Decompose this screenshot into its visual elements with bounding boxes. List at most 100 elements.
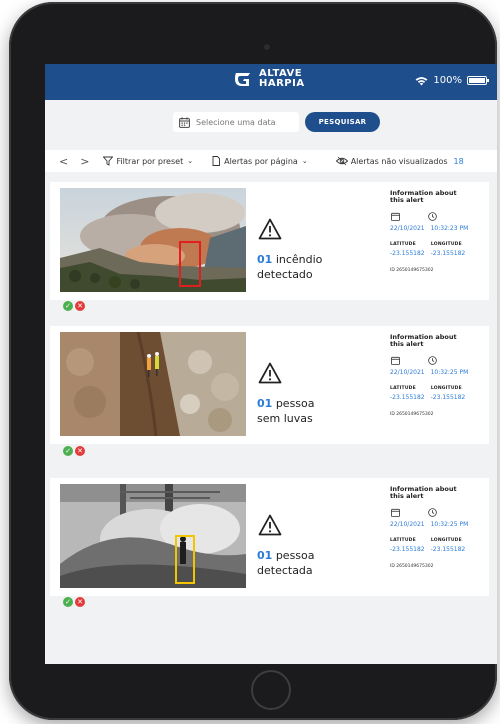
date-input[interactable] [196, 117, 286, 127]
unseen-alerts-label: Alertas não visualizados [350, 156, 448, 166]
reject-button[interactable]: ✕ [75, 301, 85, 311]
alert-info: Information about this alert 22/10/2021 … [390, 485, 485, 570]
alerts-per-page-dropdown[interactable]: Alertas por página ⌄ [211, 156, 308, 166]
next-page-button[interactable]: > [80, 155, 89, 168]
alert-card[interactable]: 01 pessoa detectada Information about th… [50, 478, 489, 596]
app-header: ALTAVE HARPIA 100% [45, 64, 497, 100]
eye-icon [335, 156, 348, 166]
reject-button[interactable]: ✕ [75, 446, 85, 456]
quarry-scene-image [60, 332, 246, 436]
clock-icon [428, 356, 437, 365]
calendar-icon [391, 356, 400, 365]
unseen-alerts-count: 18 [453, 156, 464, 166]
detection-status: sem luvas [257, 412, 313, 425]
longitude-label: LONGITUDE [430, 242, 462, 247]
warning-triangle-icon [258, 362, 282, 384]
longitude-value: -23.155182 [430, 250, 466, 257]
battery-icon [467, 76, 489, 85]
alert-time: 10:32:25 PM [430, 521, 469, 528]
alert-id: ID 2650149675302 [390, 564, 434, 569]
app-logo[interactable]: ALTAVE HARPIA [233, 69, 305, 89]
alert-image-person[interactable] [60, 484, 246, 588]
logo-text: ALTAVE HARPIA [259, 69, 305, 89]
prev-page-button[interactable]: < [59, 155, 68, 168]
tablet-device: ALTAVE HARPIA 100% Selecione uma data PE… [9, 2, 497, 720]
filter-toolbar: < > Filtrar por preset ⌄ Alertas por pág… [45, 150, 497, 172]
chevron-down-icon: ⌄ [301, 157, 308, 165]
check-icon: ✓ [65, 447, 71, 455]
filter-icon [103, 156, 114, 166]
alerts-per-page-label: Alertas por página [224, 156, 298, 166]
home-button[interactable] [251, 670, 291, 710]
alert-id: ID 2650149675302 [390, 268, 434, 273]
latitude-value: -23.155182 [390, 250, 425, 257]
check-icon: ✓ [65, 302, 71, 310]
detection-count: 01 [257, 397, 273, 410]
clock-icon [428, 508, 437, 517]
alert-actions: ✓ ✕ [63, 301, 85, 311]
alert-info: Information about this alert 22/10/2021 … [390, 334, 485, 418]
alert-card[interactable]: 01 pessoa sem luvas Information about th… [50, 326, 489, 444]
harpia-logo-icon [235, 73, 250, 86]
alert-info: Information about this alert 22/10/2021 … [390, 189, 485, 274]
calendar-icon [179, 116, 190, 128]
detection-count: 01 [257, 253, 273, 266]
info-title: Information about this alert [390, 189, 457, 204]
alert-image-fire[interactable] [60, 188, 246, 292]
battery-percent: 100% [433, 75, 462, 86]
detection-type: incêndio [275, 253, 323, 266]
filter-preset-label: Filtrar por preset [116, 156, 184, 166]
longitude-label: LONGITUDE [430, 538, 462, 543]
approve-button[interactable]: ✓ [63, 301, 73, 311]
alert-date: 22/10/2021 [390, 369, 425, 376]
approve-button[interactable]: ✓ [63, 597, 73, 607]
detection-summary: 01 pessoa detectada [257, 548, 315, 578]
industrial-scene-image [60, 484, 246, 588]
date-picker[interactable] [173, 112, 299, 132]
status-indicators: 100% [415, 75, 489, 86]
document-icon [212, 156, 221, 166]
unseen-alerts-filter[interactable]: Alertas não visualizados 18 [335, 156, 464, 166]
close-icon: ✕ [77, 447, 83, 455]
alert-id: ID 2650149675302 [390, 412, 434, 417]
alert-image-no-gloves[interactable] [60, 332, 246, 436]
detection-type: pessoa [275, 397, 315, 410]
latitude-label: LATITUDE [390, 386, 416, 391]
warning-triangle-icon [258, 514, 282, 536]
clock-icon [428, 212, 437, 221]
longitude-value: -23.155182 [430, 546, 466, 553]
detection-summary: 01 incêndio detectado [257, 252, 322, 282]
logo-line-2: HARPIA [259, 78, 305, 89]
detection-type: pessoa [275, 549, 315, 562]
calendar-icon [391, 508, 400, 517]
calendar-icon [391, 212, 400, 221]
alert-actions: ✓ ✕ [63, 597, 85, 607]
search-row: PESQUISAR [45, 112, 497, 136]
longitude-label: LONGITUDE [430, 386, 462, 391]
search-button[interactable]: PESQUISAR [305, 112, 380, 132]
wifi-icon [416, 76, 428, 85]
detection-status: detectada [257, 564, 313, 577]
reject-button[interactable]: ✕ [75, 597, 85, 607]
latitude-value: -23.155182 [390, 546, 425, 553]
close-icon: ✕ [77, 302, 83, 310]
app-screen: ALTAVE HARPIA 100% Selecione uma data PE… [45, 64, 497, 664]
detection-status: detectado [257, 268, 313, 281]
check-icon: ✓ [65, 598, 71, 606]
close-icon: ✕ [77, 598, 83, 606]
latitude-value: -23.155182 [390, 394, 425, 401]
alert-time: 10:32:23 PM [430, 225, 469, 232]
detection-summary: 01 pessoa sem luvas [257, 396, 315, 426]
info-title: Information about this alert [390, 485, 457, 500]
approve-button[interactable]: ✓ [63, 446, 73, 456]
longitude-value: -23.155182 [430, 394, 466, 401]
latitude-label: LATITUDE [390, 538, 416, 543]
alert-date: 22/10/2021 [390, 225, 425, 232]
fire-scene-image [60, 188, 246, 292]
alert-time: 10:32:25 PM [430, 369, 469, 376]
warning-triangle-icon [258, 218, 282, 240]
alert-card[interactable]: 01 incêndio detectado Information about … [50, 182, 489, 300]
filter-preset-dropdown[interactable]: Filtrar por preset ⌄ [103, 156, 193, 166]
latitude-label: LATITUDE [390, 242, 416, 247]
alert-actions: ✓ ✕ [63, 446, 85, 456]
